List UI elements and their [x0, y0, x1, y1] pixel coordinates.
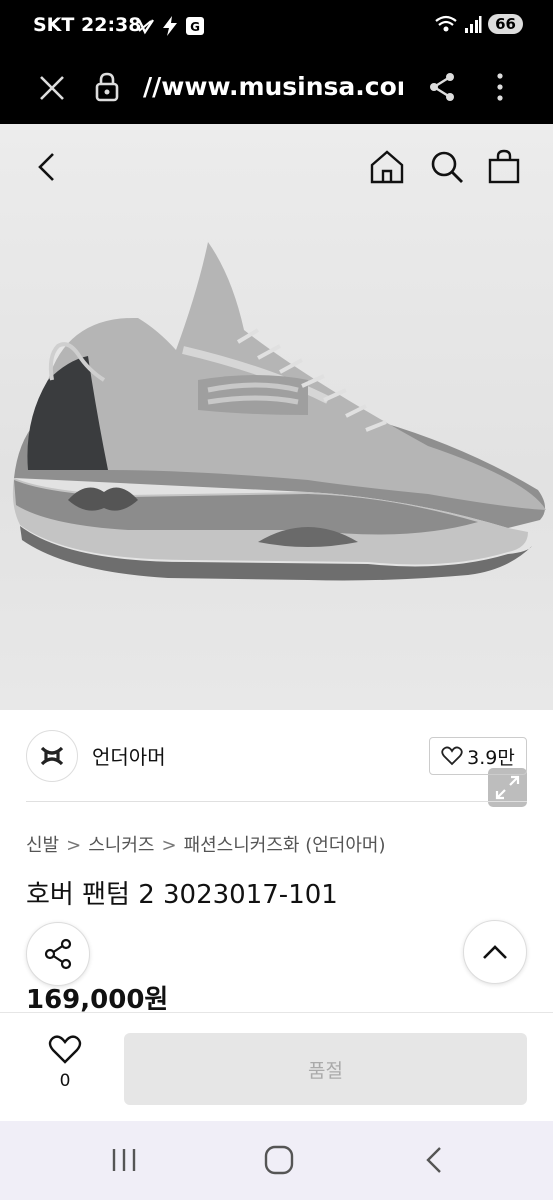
home-icon[interactable] [369, 149, 405, 185]
cell-signal-icon [465, 16, 482, 33]
status-notification-icons: G [137, 16, 205, 36]
home-nav-icon[interactable] [263, 1144, 295, 1176]
wish-count: 0 [59, 1071, 71, 1091]
search-icon[interactable] [429, 149, 465, 185]
breadcrumb-item[interactable]: 패션스니커즈화 (언더아머) [184, 835, 386, 856]
brand-like-count: 3.9만 [467, 746, 515, 769]
heart-icon [441, 746, 463, 766]
status-time: SKT 22:38 [33, 14, 142, 36]
more-icon[interactable] [494, 72, 506, 102]
lock-icon [95, 72, 119, 102]
breadcrumb-separator: > [66, 835, 82, 856]
heart-icon [48, 1035, 82, 1064]
breadcrumb-item[interactable]: 신발 [26, 835, 59, 856]
bolt-icon [163, 16, 177, 36]
breadcrumb: 신발 > 스니커즈 > 패션스니커즈화 (언더아머) [26, 831, 386, 857]
brand-row: 언더아머 3.9만 [0, 710, 553, 802]
brand-name[interactable]: 언더아머 [92, 741, 166, 770]
share-icon [44, 938, 72, 970]
status-bar: SKT 22:38 G 66 [0, 0, 553, 52]
wish-button[interactable]: 0 [40, 1035, 90, 1091]
share-icon[interactable] [428, 72, 456, 102]
back-nav-icon[interactable] [423, 1145, 445, 1175]
brand-logo[interactable] [26, 730, 78, 782]
app-badge-icon: G [186, 17, 204, 35]
scroll-top-button[interactable] [463, 920, 527, 984]
product-price: 169,000원 [26, 985, 169, 1015]
brand-logo-mark [40, 746, 64, 766]
recent-apps-icon[interactable] [110, 1146, 138, 1174]
chevron-up-icon [483, 945, 507, 959]
breadcrumb-item[interactable]: 스니커즈 [88, 835, 154, 856]
shoe-image [12, 242, 546, 581]
bag-icon[interactable] [487, 148, 521, 184]
status-system-icons: 66 [434, 14, 523, 34]
purchase-bar: 0 품절 [0, 1012, 553, 1122]
product-image-area [0, 124, 553, 807]
brand-like-button[interactable]: 3.9만 [429, 737, 527, 775]
share-button[interactable] [26, 922, 90, 986]
svg-text:G: G [190, 20, 200, 34]
battery-indicator: 66 [488, 14, 523, 34]
close-icon[interactable] [38, 74, 66, 102]
system-nav-bar [0, 1121, 553, 1200]
soldout-button[interactable]: 품절 [124, 1033, 527, 1105]
url-text[interactable]: //www.musinsa.com/p [143, 72, 403, 101]
wifi-icon [435, 15, 457, 32]
divider [26, 801, 527, 802]
breadcrumb-separator: > [161, 835, 177, 856]
product-title: 호버 팬텀 2 3023017-101 [26, 880, 338, 910]
back-icon[interactable] [36, 151, 58, 183]
browser-toolbar: //www.musinsa.com/p [0, 52, 553, 124]
signal-crossed-icon [137, 19, 154, 35]
